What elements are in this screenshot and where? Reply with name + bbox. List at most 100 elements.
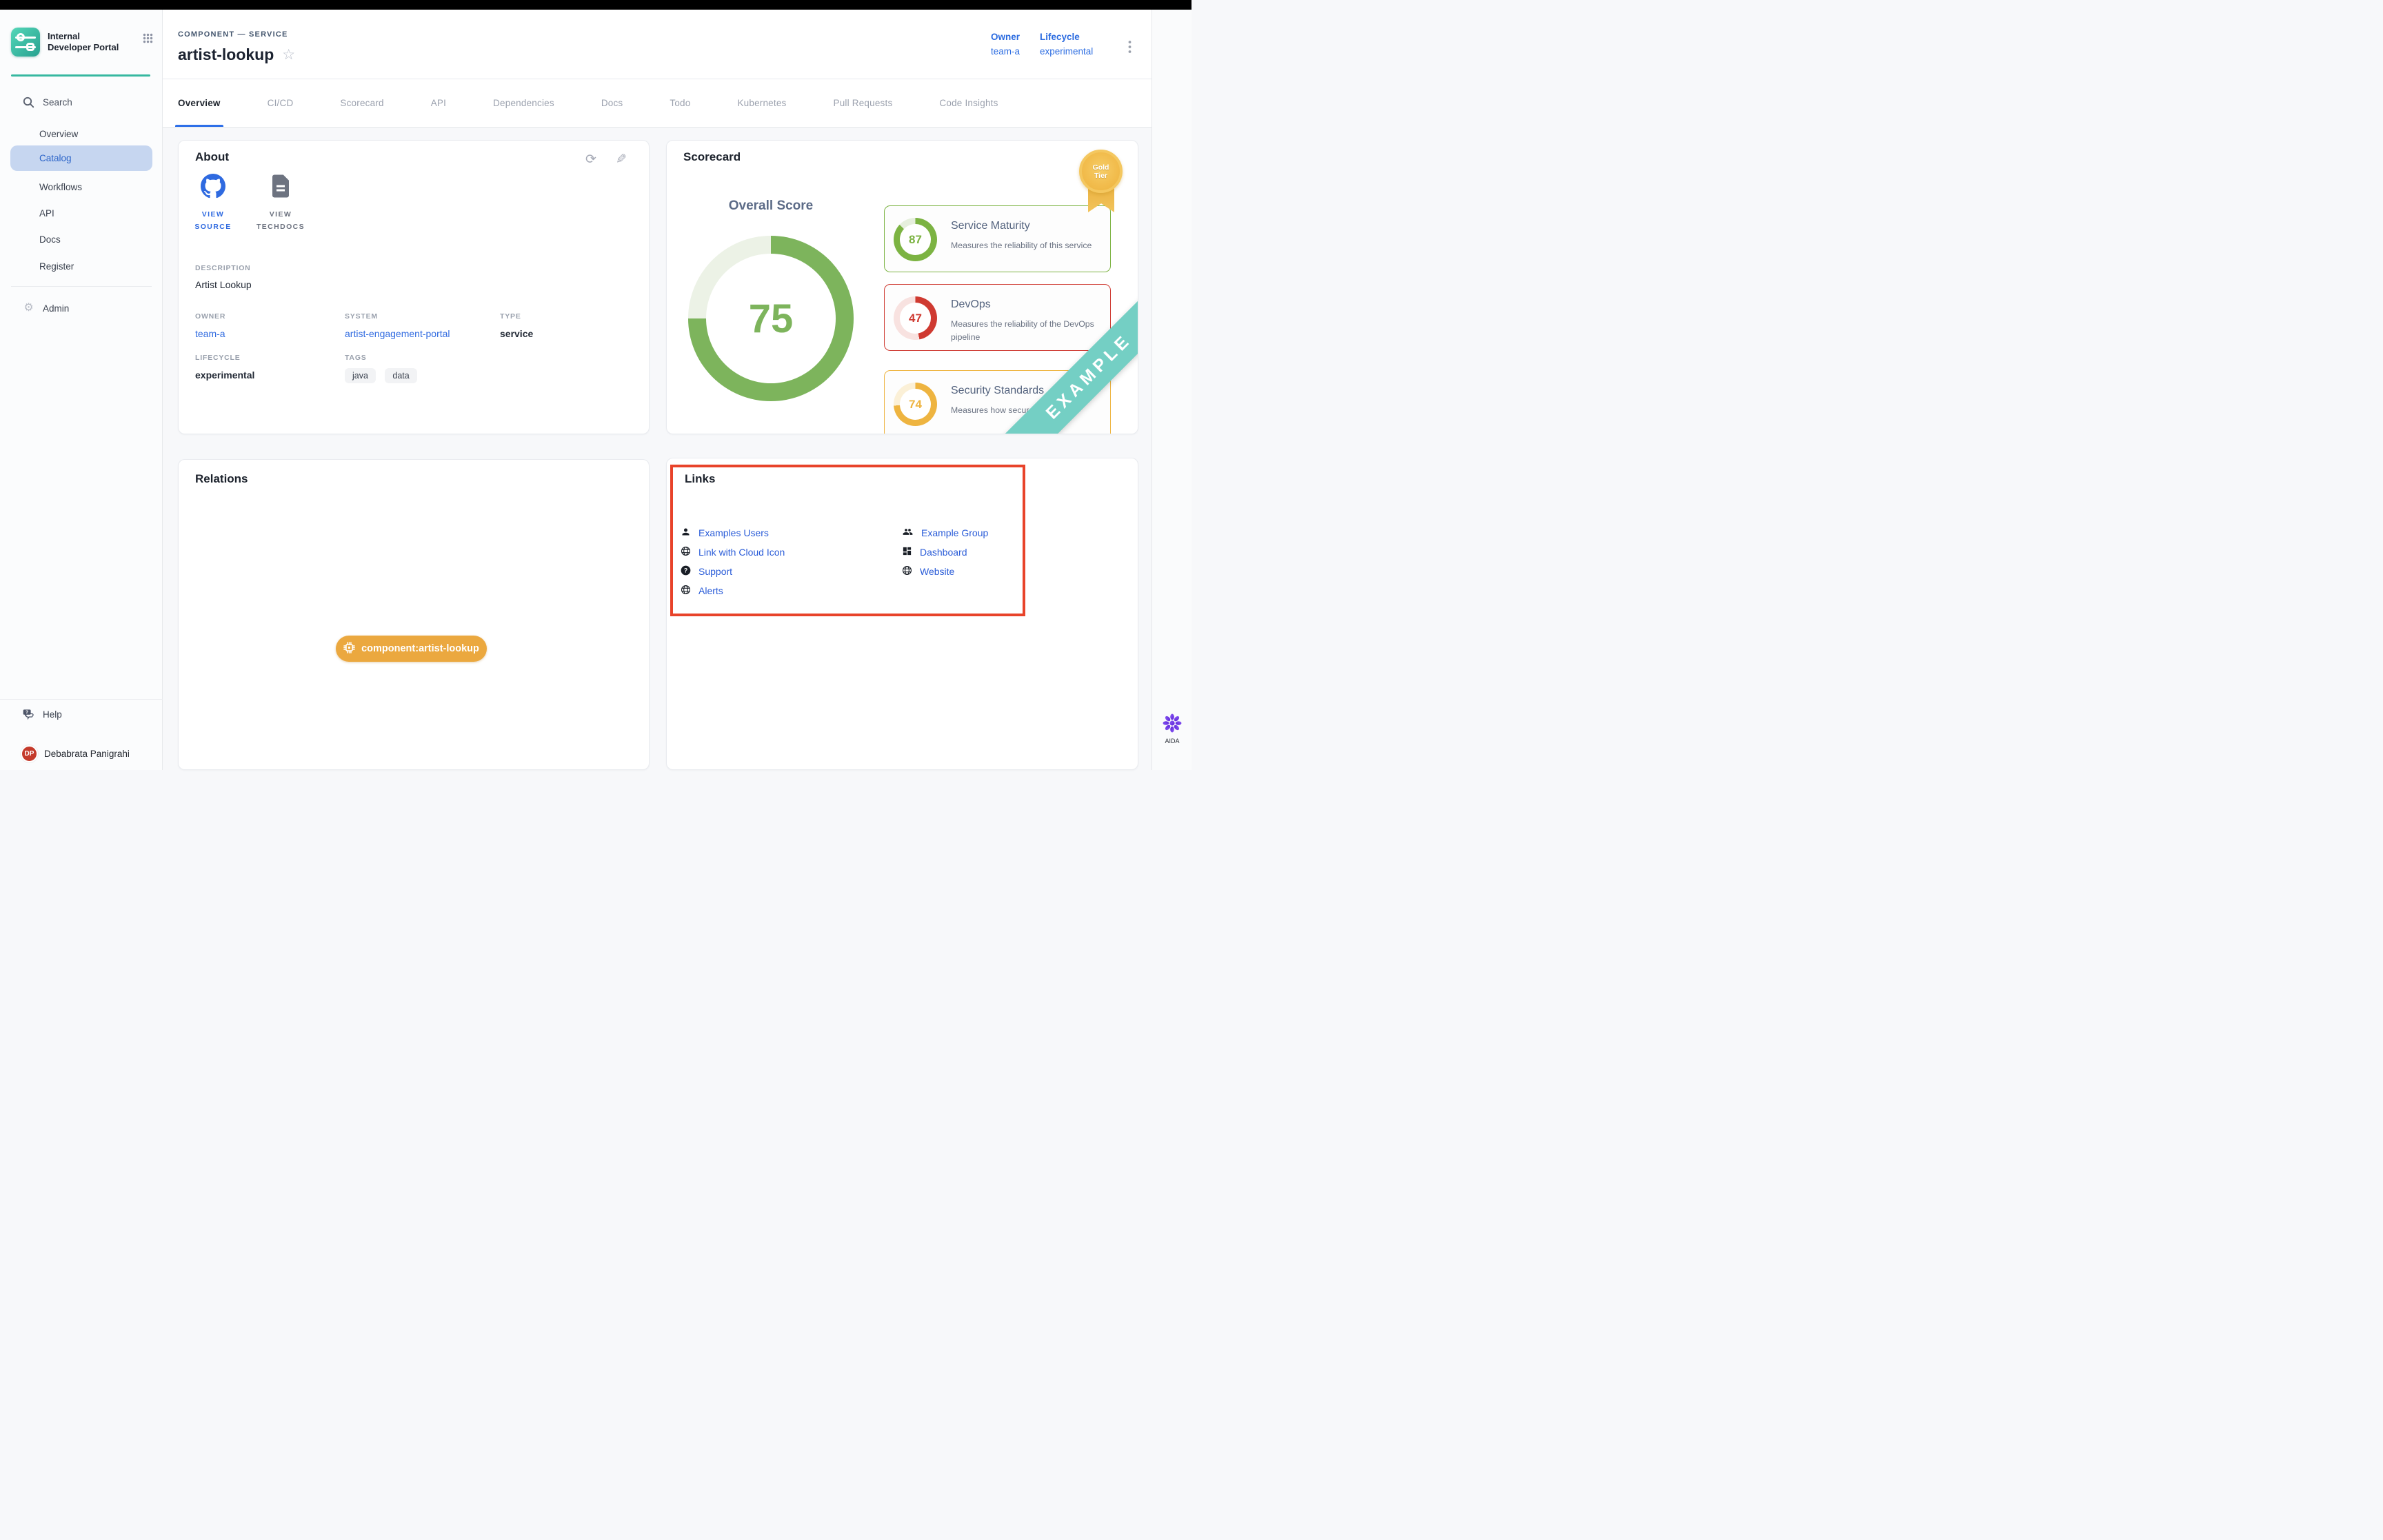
favorite-star-icon[interactable]: ☆ [282,48,295,62]
links-title: Links [685,472,715,486]
tab-kubernetes[interactable]: Kubernetes [737,79,786,127]
sidebar-item-label: Search [43,97,72,108]
github-icon [201,174,225,202]
sidebar-divider [11,286,152,287]
view-source-label: VIEW SOURCE [191,208,235,234]
sidebar-item-docs[interactable]: Docs [0,227,163,251]
svg-text:?: ? [684,567,687,574]
sidebar-item-workflows[interactable]: Workflows [0,175,163,199]
aida-flower-icon[interactable] [1161,712,1183,734]
lifecycle-label: LIFECYCLE [195,354,241,362]
link-website[interactable]: Website [902,564,954,579]
tag-chip[interactable]: java [345,368,376,383]
relation-node-component-artist-lookup[interactable]: component:artist-lookup [336,636,487,662]
avatar: DP [21,745,38,762]
sidebar-item-catalog[interactable]: Catalog [10,145,152,171]
score-box-devops[interactable]: 47 DevOps Measures the reliability of th… [884,284,1111,351]
app-grid-icon[interactable] [143,33,153,47]
score-ring: 47 [894,296,937,340]
tab-cicd[interactable]: CI/CD [268,79,294,127]
tab-scorecard[interactable]: Scorecard [340,79,383,127]
refresh-icon[interactable]: ⟳ [585,153,596,166]
sidebar-item-label: Admin [43,303,69,314]
help-chat-icon: ? [23,709,34,720]
brand: Internal Developer Portal [0,18,163,66]
user-name: Debabrata Panigrahi [44,749,130,759]
sidebar-item-label: Help [43,709,62,720]
breadcrumb: COMPONENT — SERVICE [178,30,288,39]
about-card: About ⟳ ✎ VIEW SOURCE VIEW TECHDOCS DESC… [178,140,650,434]
scorecard-card: Scorecard Overall Score 75 87 Service Ma… [666,140,1138,434]
sidebar-item-register[interactable]: Register [0,254,163,278]
top-bar [0,0,1192,10]
owner-value-link[interactable]: team-a [991,46,1020,57]
sidebar-item-label: Docs [39,234,61,245]
description-value: Artist Lookup [195,279,252,290]
score-desc: Measures the reliability of the DevOps p… [951,318,1107,344]
entity-header: COMPONENT — SERVICE artist-lookup ☆ Owne… [163,10,1152,79]
sidebar-item-label: Catalog [39,153,72,163]
user-icon [681,527,691,539]
globe-icon [681,546,691,558]
relations-title: Relations [195,472,248,486]
relations-card: Relations component:artist-lookup [178,459,650,770]
about-title: About [195,150,229,164]
sidebar-item-overview[interactable]: Overview [0,122,163,145]
type-label: TYPE [500,312,521,321]
globe-icon [681,585,691,597]
score-ring: 87 [894,218,937,261]
link-dashboard[interactable]: Dashboard [902,545,967,560]
owner-label: Owner [991,32,1020,42]
overall-score-donut: 75 [688,236,854,401]
sidebar-item-admin[interactable]: ⚙ Admin [0,296,163,320]
brand-accent-divider [11,74,150,77]
view-techdocs-label: VIEW TECHDOCS [253,208,308,234]
sidebar: Internal Developer Portal Search Overvie… [0,10,163,770]
description-label: DESCRIPTION [195,264,251,272]
link-with-cloud-icon[interactable]: Link with Cloud Icon [681,545,785,560]
tab-todo[interactable]: Todo [670,79,690,127]
user-menu[interactable]: DP Debabrata Panigrahi [0,743,163,764]
view-techdocs-button[interactable]: VIEW TECHDOCS [245,174,316,234]
tab-docs[interactable]: Docs [601,79,623,127]
edit-pencil-icon[interactable]: ✎ [616,153,627,166]
link-example-group[interactable]: Example Group [902,525,988,540]
sidebar-item-help[interactable]: ? Help [0,702,163,726]
lifecycle-value: experimental [1040,46,1093,57]
owner-link[interactable]: team-a [195,328,225,339]
tag-chip[interactable]: data [385,368,416,383]
lifecycle-value: experimental [195,369,254,381]
tab-overview[interactable]: Overview [178,79,221,127]
aida-label: AIDA [1152,738,1192,744]
score-ring: 74 [894,383,937,426]
relation-node-label: component:artist-lookup [361,643,479,654]
sidebar-item-label: API [39,208,54,219]
sidebar-item-label: Register [39,261,74,272]
more-options-icon[interactable] [1128,40,1132,57]
svg-text:?: ? [26,709,28,715]
view-source-button[interactable]: VIEW SOURCE [184,174,242,234]
tab-code-insights[interactable]: Code Insights [939,79,998,127]
sidebar-item-label: Overview [39,129,78,139]
lifecycle-label: Lifecycle [1040,32,1093,42]
tab-pull-requests[interactable]: Pull Requests [834,79,893,127]
page-title: artist-lookup [178,45,274,64]
score-box-service-maturity[interactable]: 87 Service Maturity Measures the reliabi… [884,205,1111,272]
score-desc: Measures the reliability of this service [951,239,1107,252]
dashboard-icon [902,546,912,558]
link-examples-users[interactable]: Examples Users [681,525,769,540]
search-icon [23,97,34,108]
gold-tier-badge: Gold Tier [1079,150,1123,193]
header-owner: Owner team-a [991,32,1020,57]
tab-dependencies[interactable]: Dependencies [493,79,554,127]
link-alerts[interactable]: Alerts [681,583,723,598]
system-link[interactable]: artist-engagement-portal [345,328,450,339]
sidebar-item-search[interactable]: Search [0,90,163,114]
assistant-rail: AIDA [1152,10,1192,770]
tab-bar: Overview CI/CD Scorecard API Dependencie… [163,79,1152,128]
tab-api[interactable]: API [431,79,446,127]
header-lifecycle: Lifecycle experimental [1040,32,1093,57]
sidebar-item-api[interactable]: API [0,201,163,225]
link-support[interactable]: ? Support [681,564,732,579]
gear-icon: ⚙ [23,303,34,314]
